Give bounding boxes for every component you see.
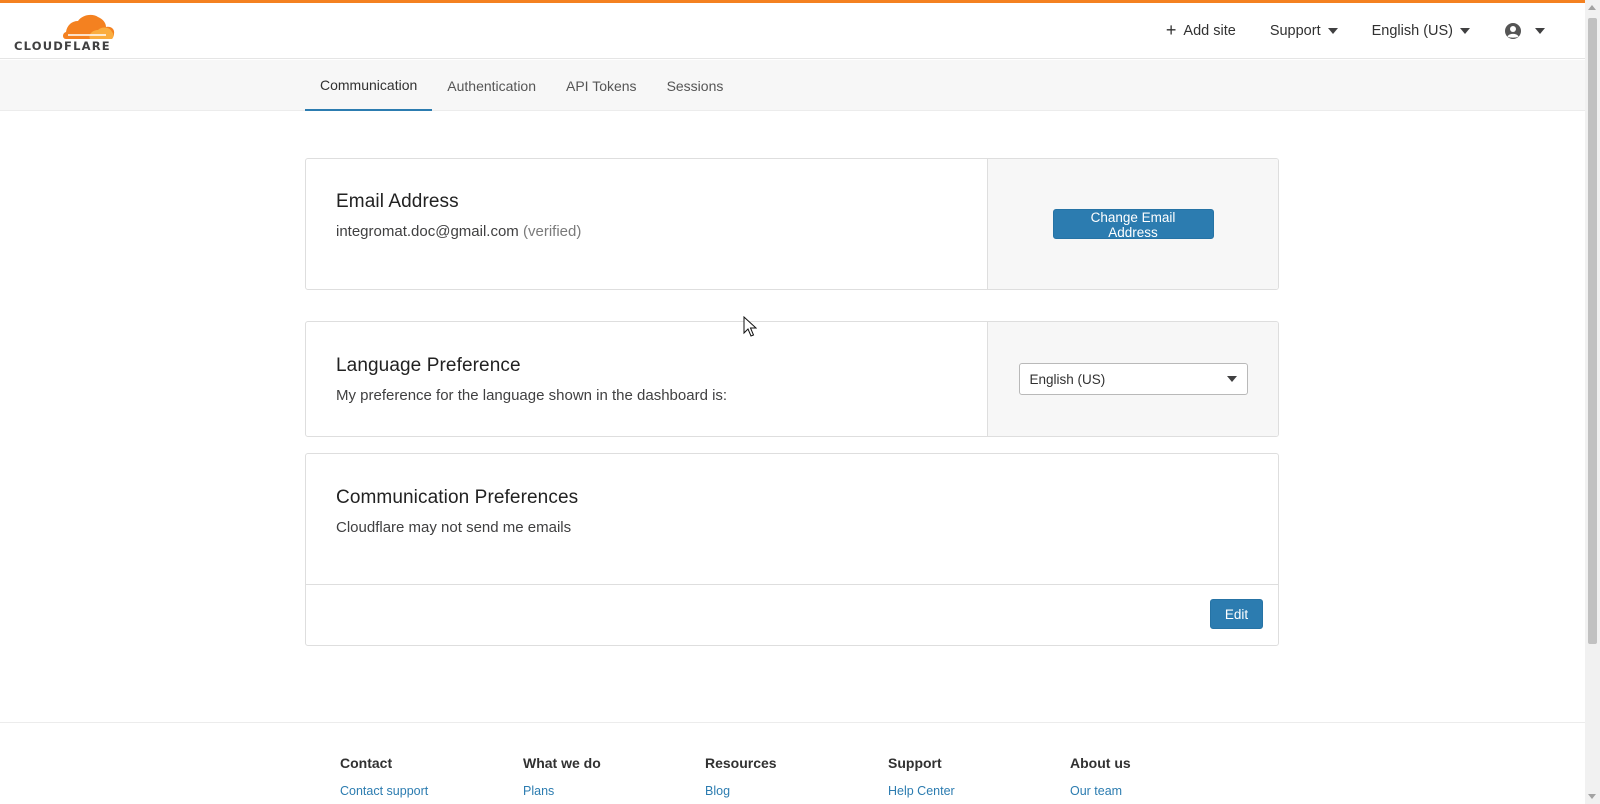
language-select[interactable]: English (US) <box>1018 363 1248 395</box>
header-actions: + Add site Support English (US) <box>1166 3 1545 59</box>
footer-link-plans[interactable]: Plans <box>523 784 601 798</box>
add-site-button[interactable]: + Add site <box>1165 20 1236 40</box>
user-circle-icon <box>1505 23 1521 39</box>
footer-link-contact-support[interactable]: Contact support <box>340 784 428 798</box>
footer-heading: Contact <box>340 755 393 771</box>
tab-api-tokens[interactable]: API Tokens <box>551 60 652 111</box>
footer-heading: About us <box>1070 755 1131 771</box>
language-card-actions: English (US) <box>987 322 1278 436</box>
language-card-body: Language Preference My preference for th… <box>306 322 988 436</box>
chevron-down-icon <box>1327 28 1338 34</box>
email-card-title: Email Address <box>336 191 459 212</box>
tab-communication[interactable]: Communication <box>305 60 433 111</box>
tab-list: Communication Authentication API Tokens … <box>305 60 738 111</box>
footer-heading: Support <box>888 755 942 771</box>
cloud-icon <box>63 14 115 39</box>
footer-link-help-center[interactable]: Help Center <box>888 784 955 798</box>
language-preference-card: Language Preference My preference for th… <box>305 321 1279 437</box>
footer-link-blog[interactable]: Blog <box>705 784 777 798</box>
language-menu[interactable]: English (US) <box>1372 23 1470 39</box>
support-label: Support <box>1269 23 1321 39</box>
footer-col-contact: Contact Contact support <box>340 755 428 798</box>
change-email-button[interactable]: Change Email Address <box>1052 209 1214 240</box>
page-scrollbar[interactable] <box>1585 0 1600 804</box>
tab-sessions[interactable]: Sessions <box>652 60 739 111</box>
email-value: integromat.doc@gmail.com <box>336 223 519 240</box>
tab-authentication[interactable]: Authentication <box>432 60 551 111</box>
footer-col-resources: Resources Blog <box>705 755 777 798</box>
language-card-title: Language Preference <box>336 355 521 376</box>
comm-card-title: Communication Preferences <box>336 487 579 508</box>
chevron-down-icon <box>1460 28 1470 34</box>
chevron-down-icon <box>1226 376 1237 382</box>
scrollbar-thumb[interactable] <box>1588 18 1597 644</box>
footer-heading: What we do <box>523 755 601 771</box>
top-header: CLOUDFLARE + Add site Support English (U… <box>0 3 1585 59</box>
communication-preferences-card: Communication Preferences Cloudflare may… <box>305 453 1279 646</box>
profile-tab-bar: Communication Authentication API Tokens … <box>0 60 1585 111</box>
scroll-up-arrow-icon[interactable] <box>1588 5 1596 10</box>
footer-col-about-us: About us Our team <box>1070 755 1131 798</box>
scroll-down-arrow-icon[interactable] <box>1588 794 1596 799</box>
email-card-body: Email Address integromat.doc@gmail.com (… <box>306 159 988 289</box>
comm-card-body: Communication Preferences Cloudflare may… <box>336 487 578 536</box>
cloudflare-logo[interactable]: CLOUDFLARE <box>14 13 116 53</box>
support-menu[interactable]: Support <box>1270 23 1338 39</box>
comm-card-description: Cloudflare may not send me emails <box>336 519 572 536</box>
footer-col-support: Support Help Center <box>888 755 955 798</box>
language-label: English (US) <box>1371 23 1453 39</box>
verified-status: (verified) <box>522 223 582 240</box>
comm-card-footer: Edit <box>306 584 1278 645</box>
email-card-actions: Change Email Address <box>987 159 1278 289</box>
account-menu[interactable] <box>1504 22 1545 40</box>
language-card-description: My preference for the language shown in … <box>336 387 728 404</box>
footer-col-what-we-do: What we do Plans <box>523 755 601 798</box>
footer-heading: Resources <box>705 755 777 771</box>
email-line: integromat.doc@gmail.com (verified) <box>336 223 958 240</box>
mouse-pointer-icon <box>743 316 757 337</box>
plus-icon: + <box>1165 20 1177 40</box>
add-site-label: Add site <box>1183 23 1236 39</box>
footer-link-our-team[interactable]: Our team <box>1070 784 1131 798</box>
language-select-value: English (US) <box>1029 371 1106 387</box>
page-footer: Contact Contact support What we do Plans… <box>0 722 1585 804</box>
chevron-down-icon <box>1535 28 1545 34</box>
edit-button[interactable]: Edit <box>1210 599 1263 629</box>
logo-wordmark: CLOUDFLARE <box>14 39 111 53</box>
email-address-card: Email Address integromat.doc@gmail.com (… <box>305 158 1279 290</box>
